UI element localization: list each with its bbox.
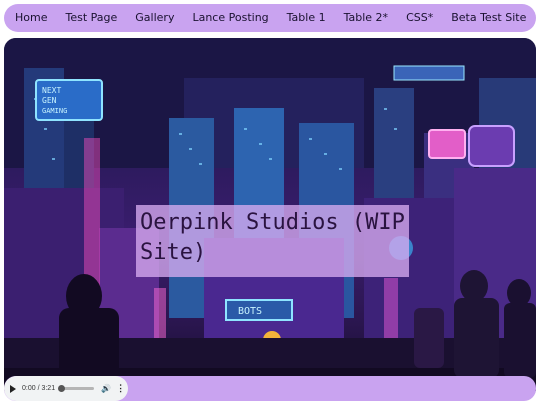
site-title-box: Oerpink Studios (WIP Site)	[136, 205, 409, 277]
svg-text:GAMING: GAMING	[42, 107, 67, 115]
site-title: Oerpink Studios (WIP Site)	[140, 208, 405, 268]
top-navigation-bar: Home Test Page Gallery Lance Posting Tab…	[4, 4, 536, 32]
site-title-line-1: Oerpink Studios (WIP	[140, 210, 405, 235]
svg-text:NEXT: NEXT	[42, 86, 61, 95]
seek-knob[interactable]	[58, 385, 66, 392]
play-icon[interactable]	[10, 384, 16, 393]
nav-beta-test-site[interactable]: Beta Test Site	[451, 4, 526, 32]
nav-table-2[interactable]: Table 2*	[344, 4, 388, 32]
hero-banner-image: NEXT GEN GAMING BOTS Oerpink Studios (WI…	[4, 38, 536, 400]
more-options-icon[interactable]: ⋮	[116, 383, 125, 394]
nav-test-page[interactable]: Test Page	[65, 4, 117, 32]
nav-gallery[interactable]: Gallery	[135, 4, 174, 32]
site-title-line-2: Site)	[140, 240, 207, 265]
nav-table-1[interactable]: Table 1	[287, 4, 326, 32]
nav-home[interactable]: Home	[15, 4, 47, 32]
svg-text:BOTS: BOTS	[238, 306, 262, 317]
nav-css[interactable]: CSS*	[406, 4, 433, 32]
audio-player[interactable]: 0:00 / 3:21 🔊 ⋮	[4, 376, 128, 401]
audio-seek-slider[interactable]	[58, 385, 95, 392]
volume-icon[interactable]: 🔊	[101, 384, 111, 393]
audio-time: 0:00 / 3:21	[22, 385, 56, 392]
nav-lance-posting[interactable]: Lance Posting	[192, 4, 268, 32]
svg-text:GEN: GEN	[42, 96, 57, 105]
